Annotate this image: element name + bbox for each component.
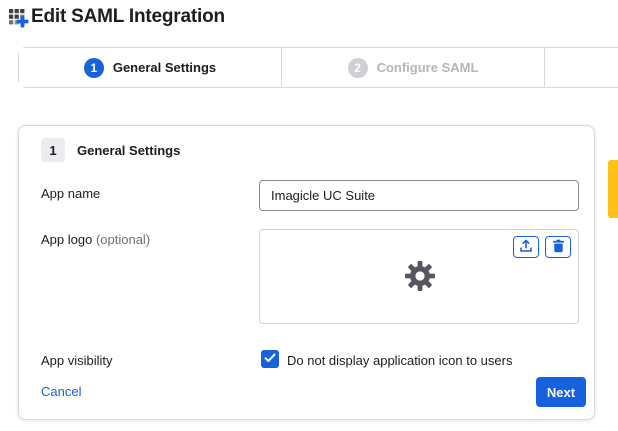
trash-icon — [552, 239, 565, 256]
step-3-partial — [545, 48, 618, 87]
page-header: Edit SAML Integration — [7, 6, 225, 28]
section-number-badge: 1 — [41, 138, 65, 162]
app-visibility-checkbox[interactable] — [261, 350, 279, 368]
app-grid-plus-icon — [7, 6, 29, 28]
app-logo-label: App logo (optional) — [41, 232, 150, 248]
cancel-link[interactable]: Cancel — [41, 384, 81, 399]
page-title: Edit SAML Integration — [31, 6, 225, 28]
delete-logo-button[interactable] — [545, 236, 571, 258]
app-visibility-checkbox-label[interactable]: Do not display application icon to users — [287, 353, 512, 368]
app-logo-preview-box — [259, 229, 579, 324]
logo-actions — [513, 236, 571, 258]
upload-logo-button[interactable] — [513, 236, 539, 258]
app-name-input[interactable] — [259, 180, 579, 211]
card-section-header: 1 General Settings — [41, 138, 180, 162]
app-logo-optional-note: (optional) — [96, 232, 150, 247]
general-settings-card: 1 General Settings App name App logo (op… — [18, 125, 595, 420]
step-2-number: 2 — [348, 58, 368, 78]
step-configure-saml[interactable]: 2 Configure SAML — [282, 48, 545, 87]
section-title: General Settings — [77, 143, 180, 158]
edit-saml-integration-page: Edit SAML Integration 1 General Settings… — [0, 0, 618, 431]
app-visibility-label: App visibility — [41, 353, 113, 369]
step-2-label: Configure SAML — [377, 60, 479, 75]
step-1-label: General Settings — [113, 60, 216, 75]
app-logo-gear-icon — [403, 259, 437, 293]
app-name-label: App name — [41, 186, 100, 202]
app-logo-label-text: App logo — [41, 232, 92, 247]
wizard-stepper: 1 General Settings 2 Configure SAML — [18, 47, 618, 88]
checkbox-check-icon — [264, 350, 276, 368]
yellow-side-bar[interactable] — [608, 160, 618, 218]
next-button[interactable]: Next — [536, 377, 586, 407]
step-1-number: 1 — [84, 58, 104, 78]
upload-icon — [519, 239, 533, 256]
step-general-settings[interactable]: 1 General Settings — [19, 48, 282, 87]
